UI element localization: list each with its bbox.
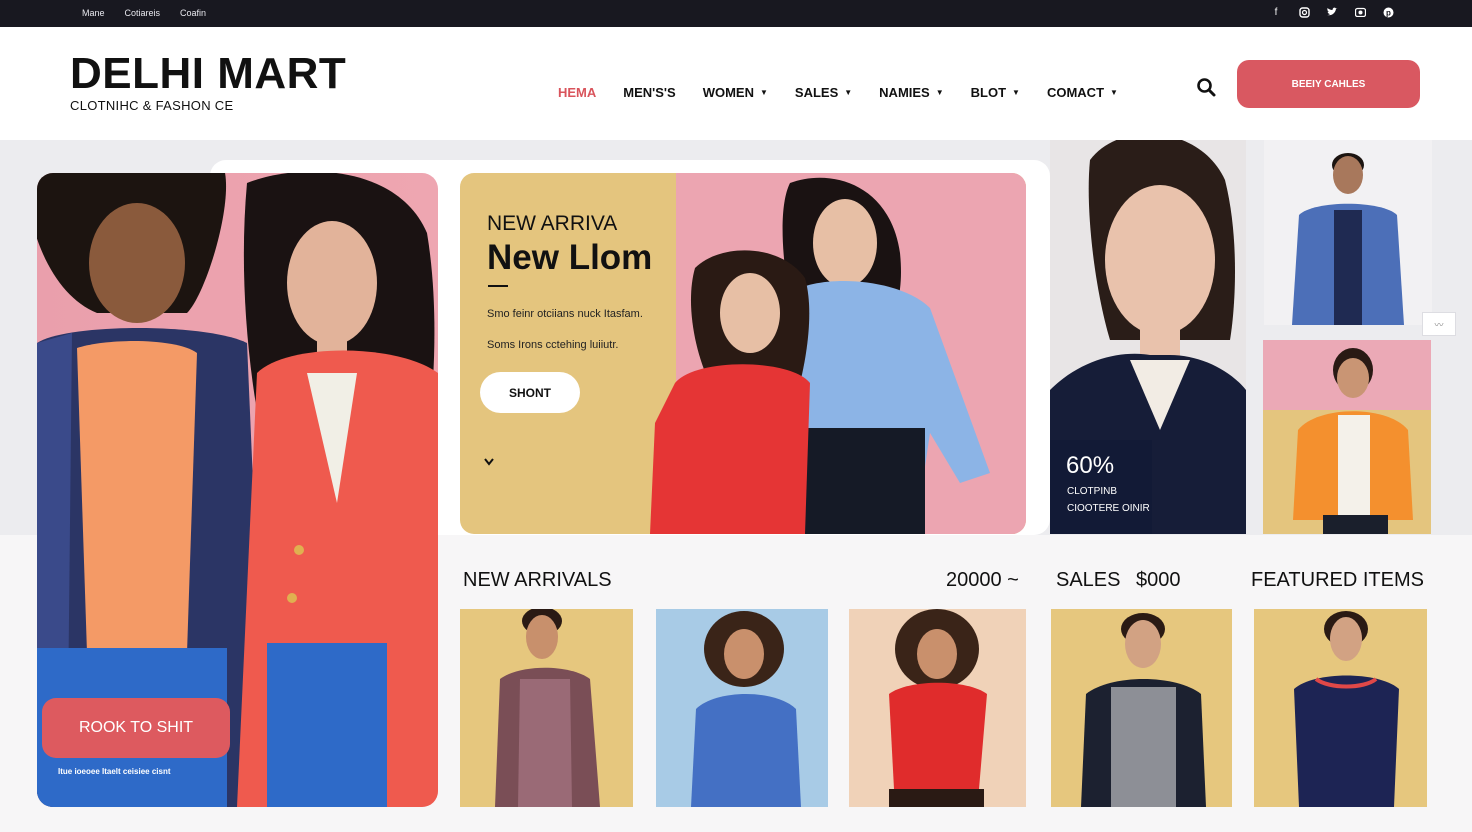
product-image bbox=[889, 609, 987, 807]
nav-label: NAMIES bbox=[879, 85, 930, 100]
new-arrivals-heading: NEW ARRIVALS bbox=[463, 569, 612, 591]
hero-note: Itue ioeoee Itaelt ceisiee cisnt bbox=[58, 767, 171, 776]
featured-items-heading: FEATURED ITEMS bbox=[1251, 569, 1424, 591]
nav-item-mens[interactable]: MEN'S'S bbox=[623, 85, 675, 100]
product-image bbox=[1081, 613, 1206, 807]
thumb-illustration bbox=[1292, 153, 1404, 325]
top-links: Mane Cotiareis Coafin bbox=[82, 8, 206, 18]
sales-price: $000 bbox=[1136, 569, 1181, 591]
product-image bbox=[495, 609, 600, 807]
search-icon bbox=[1197, 78, 1216, 97]
nav-label: BLOT bbox=[970, 85, 1007, 100]
facebook-icon[interactable]: f bbox=[1270, 7, 1282, 22]
product-tile[interactable] bbox=[460, 609, 633, 807]
price-range-label[interactable]: 20000 ~ bbox=[946, 569, 1019, 592]
main-nav: HEMA MEN'S'S WOMEN ▼ SALES ▼ NAMIES ▼ BLOT ▼… bbox=[558, 85, 1118, 100]
product-tile[interactable] bbox=[1051, 609, 1232, 807]
pinterest-icon[interactable]: p bbox=[1382, 7, 1394, 22]
header-cta-button[interactable]: BEEIY CAHLES bbox=[1237, 60, 1420, 108]
chevron-down-icon: ▼ bbox=[935, 88, 944, 97]
product-tile[interactable] bbox=[1254, 609, 1427, 807]
search-button[interactable] bbox=[1194, 75, 1218, 99]
promo-eyebrow: NEW ARRIVA bbox=[487, 212, 618, 235]
instagram-icon[interactable] bbox=[1298, 7, 1310, 22]
hero-shop-button[interactable]: ROOK TO SHIT bbox=[42, 698, 230, 758]
camera-icon[interactable] bbox=[1354, 7, 1366, 22]
chevron-down-icon: ▼ bbox=[759, 88, 768, 97]
chevron-down-icon: ▼ bbox=[844, 88, 853, 97]
nav-item-contact[interactable]: COMACT ▼ bbox=[1047, 85, 1118, 100]
svg-text:p: p bbox=[1386, 8, 1391, 17]
product-tile[interactable] bbox=[656, 609, 828, 807]
promo-divider bbox=[488, 285, 508, 287]
site-logo[interactable]: DELHI MART bbox=[70, 52, 346, 96]
chevron-down-icon[interactable] bbox=[484, 458, 494, 469]
top-bar: Mane Cotiareis Coafin f p bbox=[0, 0, 1472, 27]
nav-item-sales[interactable]: SALES ▼ bbox=[795, 85, 852, 100]
nav-item-blog[interactable]: BLOT ▼ bbox=[971, 85, 1020, 100]
nav-label: WOMEN bbox=[702, 85, 754, 100]
nav-label: HEMA bbox=[558, 85, 597, 100]
nav-label: MEN'S'S bbox=[623, 85, 676, 100]
chevron-down-icon: ▼ bbox=[1012, 88, 1020, 97]
social-links: f p bbox=[1270, 7, 1394, 22]
chevron-down-icon: ▼ bbox=[1110, 88, 1118, 97]
thumb-man-shirt[interactable] bbox=[1264, 140, 1432, 325]
nav-label: COMACT bbox=[1046, 85, 1105, 100]
nav-item-women[interactable]: WOMEN ▼ bbox=[703, 85, 768, 100]
top-link-2[interactable]: Cotiareis bbox=[125, 8, 161, 18]
thumb-girl-jacket[interactable] bbox=[1263, 340, 1431, 534]
sales-heading: SALES bbox=[1056, 569, 1121, 591]
sale-line-1: CLOTPINB bbox=[1067, 486, 1118, 497]
product-image bbox=[1294, 611, 1399, 807]
promo-description-1: Smo feinr otciians nuck Itasfam. bbox=[487, 308, 643, 320]
nav-item-names[interactable]: NAMIES ▼ bbox=[879, 85, 943, 100]
site-header: DELHI MART CLOTNIHC & FASHON CE HEMA MEN… bbox=[0, 27, 1472, 140]
site-tagline: CLOTNIHC & FASHON CE bbox=[70, 98, 234, 113]
product-image bbox=[691, 611, 801, 807]
product-tile[interactable] bbox=[849, 609, 1026, 807]
promo-description-2: Soms Irons cctehing luiiutr. bbox=[487, 339, 619, 351]
thumb-illustration bbox=[1293, 348, 1413, 534]
nav-item-home[interactable]: HEMA bbox=[558, 85, 596, 100]
top-link-3[interactable]: Coafin bbox=[180, 8, 206, 18]
nav-label: SALES bbox=[794, 85, 839, 100]
promo-title: New Llom bbox=[487, 238, 653, 277]
twitter-icon[interactable] bbox=[1326, 7, 1338, 22]
sale-percent: 60% bbox=[1066, 452, 1115, 479]
wave-icon[interactable]: 〰 bbox=[1422, 312, 1456, 336]
sale-line-2: CIOOTERE OINIR bbox=[1067, 503, 1150, 514]
promo-shop-button[interactable]: SHONT bbox=[480, 372, 580, 413]
top-link-1[interactable]: Mane bbox=[82, 8, 105, 18]
